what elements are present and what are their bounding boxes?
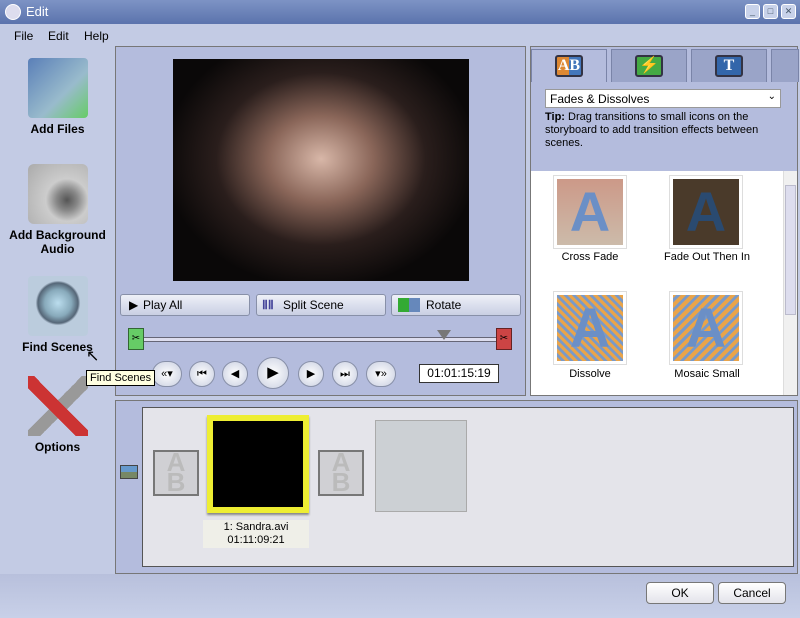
maximize-button[interactable]: □ [763,4,778,19]
play-all-button[interactable]: ▶ Play All [120,294,250,316]
add-audio-label: Add Background Audio [9,228,106,256]
minimize-button[interactable]: _ [745,4,760,19]
tip-text: Tip: Drag transitions to small icons on … [545,111,785,150]
step-forward-button[interactable]: ▶ [298,361,324,387]
play-button[interactable]: ▶ [257,357,289,389]
options-icon [27,376,88,436]
mosaic-small-label: Mosaic Small [674,368,740,380]
transition-slot[interactable]: AB [318,449,364,496]
step-back-button[interactable]: ◀ [222,361,248,387]
rewind-button[interactable]: «▾ [152,361,182,387]
menu-file[interactable]: File [14,29,33,43]
add-background-audio-button[interactable]: Add Background Audio [0,164,115,256]
transition-mosaic-small[interactable]: A [669,291,743,365]
tip-label: Tip: [545,111,565,123]
clip-name: 1: Sandra.avi [223,521,289,533]
category-value: Fades & Dissolves [550,92,650,106]
tab-titles[interactable]: T [691,49,767,82]
tip-body: Drag transitions to small icons on the s… [545,111,759,149]
gallery-scrollbar[interactable] [783,171,797,395]
add-files-icon [27,58,88,118]
video-preview [173,59,469,281]
tab-transitions[interactable]: AB [531,49,607,82]
split-scene-button[interactable]: ⅡⅡ Split Scene [256,294,386,316]
ok-button[interactable]: OK [646,582,714,604]
empty-clip-slot[interactable] [375,420,467,512]
transitions-tab-icon: AB [555,55,583,77]
clip-duration: 01:11:09:21 [227,534,285,546]
chevron-down-icon: ⌄ [767,91,776,102]
options-label: Options [34,440,81,454]
rotate-label: Rotate [426,298,462,312]
timecode-display: 01:01:15:19 [419,364,499,383]
title-bar: Edit _ □ ✕ [0,0,800,24]
rotate-button[interactable]: Rotate [391,294,521,316]
playhead[interactable] [437,330,452,340]
menu-help[interactable]: Help [84,29,109,43]
trim-start-handle[interactable]: ✂ [128,328,144,350]
cancel-button[interactable]: Cancel [718,582,786,604]
rotate-icon [398,298,420,312]
app-icon [5,4,21,20]
add-audio-icon [27,164,88,224]
fade-out-then-in-label: Fade Out Then In [663,251,751,263]
split-icon: ⅡⅡ [262,298,274,312]
mouse-cursor-icon: ↖ [86,348,100,365]
transition-dissolve[interactable]: A [553,291,627,365]
tooltip: Find Scenes [86,370,156,386]
menu-bar: File Edit Help [0,24,800,46]
preview-panel: ▶ Play All ⅡⅡ Split Scene Rotate ✂ ✂ «▾ ⏮ … [115,46,526,396]
play-icon: ▶ [129,298,139,312]
find-scenes-label: Find Scenes [22,340,93,354]
find-scenes-button[interactable]: Find Scenes [0,276,115,354]
go-to-end-button[interactable]: ⏭ [332,361,358,387]
storyboard-view-icon[interactable] [120,465,138,479]
dissolve-label: Dissolve [569,368,611,380]
footer-bar: OK Cancel [0,574,800,618]
tab-effects[interactable]: ⚡ [611,49,687,82]
menu-edit[interactable]: Edit [48,29,69,43]
transitions-panel: AB ⚡ T Fades & Dissolves ⌄ Tip: Drag tran… [530,46,799,396]
trim-end-handle[interactable]: ✂ [496,328,512,350]
split-scene-label: Split Scene [283,298,344,312]
options-button[interactable]: Options [0,376,115,454]
trim-slider[interactable]: ✂ ✂ [128,328,514,350]
find-scenes-icon [27,276,88,336]
tool-sidebar: Add Files Add Background Audio Find Scen… [0,46,115,574]
storyboard: AB 1: Sandra.avi 01:11:09:21 AB [142,407,794,567]
clip-thumbnail[interactable] [207,415,309,513]
tab-more[interactable] [771,49,799,82]
titles-tab-icon: T [715,55,743,77]
go-to-start-button[interactable]: ⏮ [189,361,215,387]
storyboard-panel: AB 1: Sandra.avi 01:11:09:21 AB [115,400,798,574]
transition-gallery: A Cross Fade A Fade Out Then In A Dissol… [531,171,797,395]
category-dropdown[interactable]: Fades & Dissolves ⌄ [545,89,781,108]
add-files-button[interactable]: Add Files [0,58,115,136]
cross-fade-label: Cross Fade [561,251,619,263]
close-button[interactable]: ✕ [781,4,796,19]
transition-fade-out-then-in[interactable]: A [669,175,743,249]
transition-slot[interactable]: AB [153,449,199,496]
add-files-label: Add Files [30,122,85,136]
play-all-label: Play All [143,298,183,312]
effects-tab-icon: ⚡ [635,55,663,77]
fast-forward-button[interactable]: ▾» [366,361,396,387]
scrollbar-thumb[interactable] [785,185,796,315]
window-title: Edit [26,4,49,19]
clip-caption: 1: Sandra.avi 01:11:09:21 [203,520,309,548]
transition-cross-fade[interactable]: A [553,175,627,249]
